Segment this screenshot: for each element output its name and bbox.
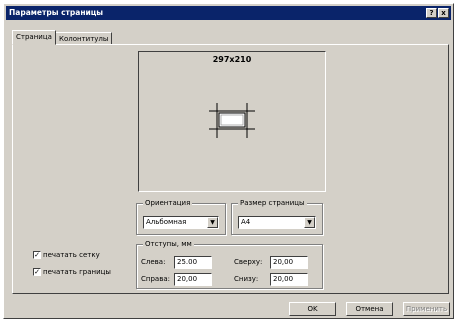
margin-top-input[interactable]: 20,00 — [270, 256, 308, 269]
orientation-select-value: Альбомная — [146, 218, 187, 226]
chevron-down-icon[interactable]: ▼ — [207, 217, 218, 228]
ok-button[interactable]: OK — [289, 302, 336, 316]
margins-group: Отступы, мм Слева: 25.00 Справа: 20,00 С… — [136, 240, 323, 289]
margin-top-label: Сверху: — [234, 258, 263, 266]
margin-bottom-label: Снизу: — [234, 275, 259, 283]
orientation-group: Ориентация Альбомная ▼ — [136, 199, 226, 235]
margin-left-input[interactable]: 25.00 — [174, 256, 212, 269]
margin-bottom-input[interactable]: 20,00 — [270, 273, 308, 286]
page-preview: 297x210 — [138, 51, 326, 192]
page-layout-preview-graphic — [209, 103, 255, 138]
print-grid-checkbox[interactable]: ✓ — [33, 251, 41, 259]
page-size-select-value: A4 — [241, 218, 251, 226]
page-size-select[interactable]: A4 ▼ — [238, 216, 316, 229]
print-borders-label[interactable]: печатать границы — [43, 267, 111, 277]
checkmark-icon: ✓ — [34, 268, 40, 276]
apply-button[interactable]: Применить — [403, 302, 450, 316]
close-button[interactable]: x — [438, 8, 449, 18]
cancel-button[interactable]: Отмена — [346, 302, 393, 316]
page-size-group-label: Размер страницы — [238, 199, 307, 208]
print-grid-label[interactable]: печатать сетку — [43, 250, 100, 260]
print-borders-checkbox[interactable]: ✓ — [33, 268, 41, 276]
checkmark-icon: ✓ — [34, 251, 40, 259]
help-button[interactable]: ? — [426, 8, 437, 18]
page-size-group: Размер страницы A4 ▼ — [231, 199, 323, 235]
margin-right-input[interactable]: 20,00 — [174, 273, 212, 286]
margin-left-label: Слева: — [141, 258, 166, 266]
orientation-group-label: Ориентация — [143, 199, 193, 208]
chevron-down-icon[interactable]: ▼ — [304, 217, 315, 228]
tab-page[interactable]: Страница — [12, 30, 56, 45]
dialog-title: Параметры страницы — [9, 8, 104, 17]
orientation-select[interactable]: Альбомная ▼ — [143, 216, 219, 229]
margins-group-label: Отступы, мм — [143, 240, 194, 249]
tab-headers-footers[interactable]: Колонтитулы — [55, 32, 113, 44]
margin-right-label: Справа: — [141, 275, 170, 283]
title-bar[interactable]: Параметры страницы ? x — [6, 6, 451, 20]
